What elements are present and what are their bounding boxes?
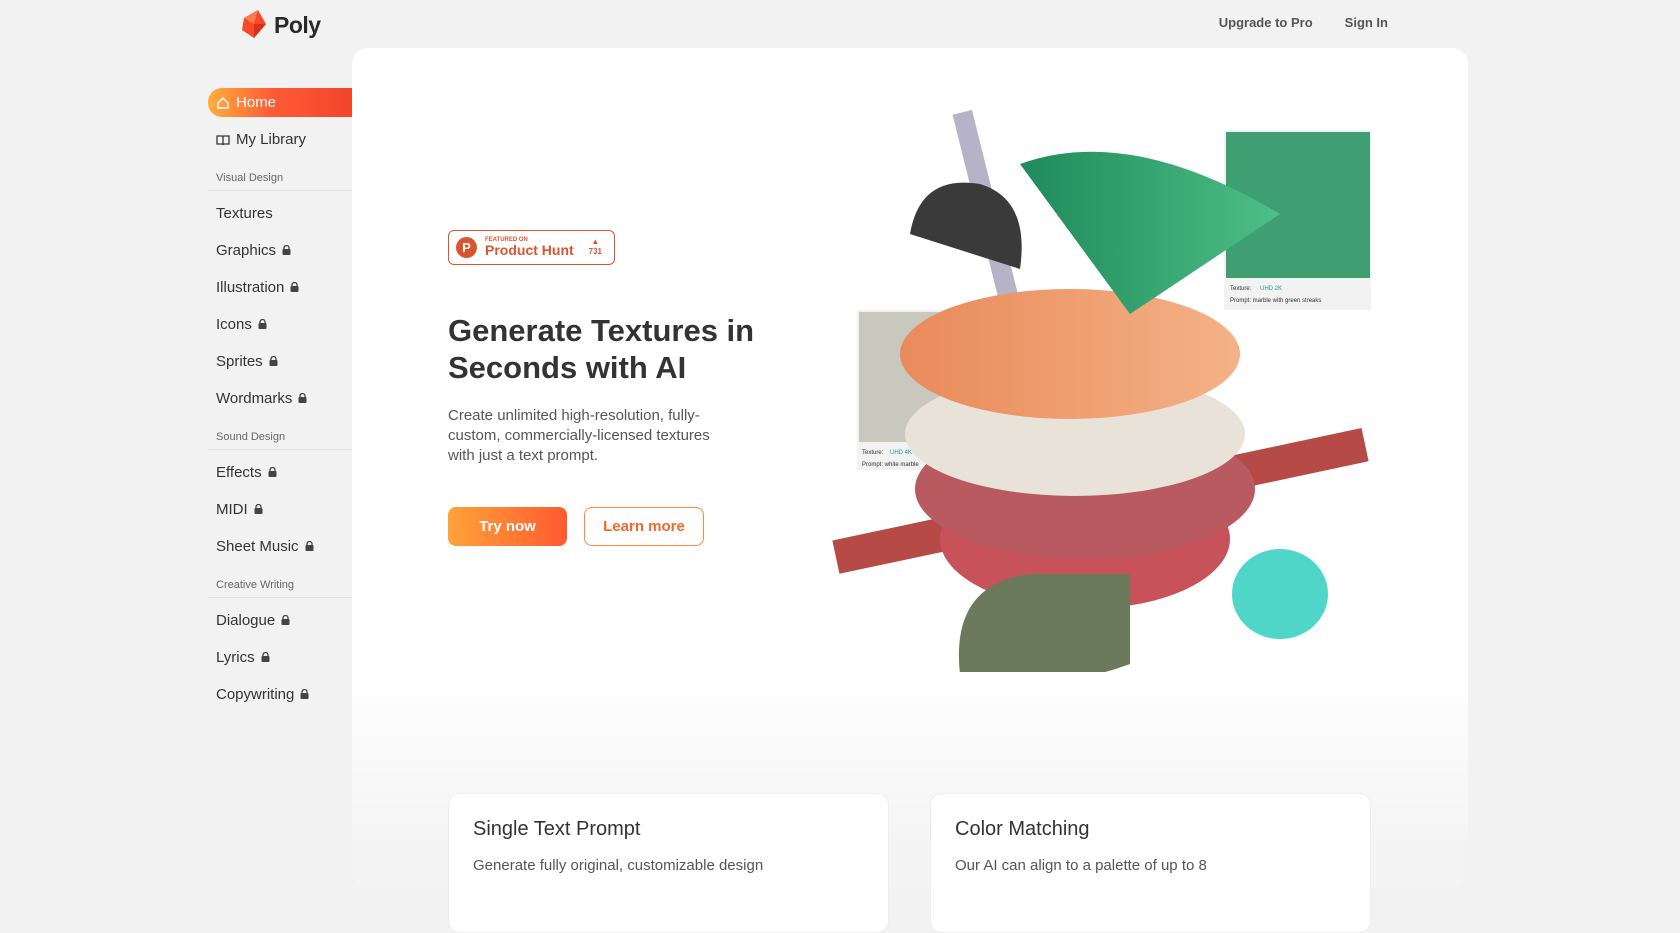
feature-title: Single Text Prompt: [473, 818, 641, 840]
sidebar-item-midi[interactable]: MIDI: [208, 495, 352, 524]
sidebar-item-sheet-music[interactable]: Sheet Music: [208, 532, 352, 561]
sidebar-item-label: Wordmarks: [216, 390, 293, 407]
poly-logo-icon: [242, 10, 266, 38]
main-card: P FEATURED ON Product Hunt ▲ 731 Generate …: [352, 48, 1468, 933]
sidebar-item-label: Copywriting: [216, 686, 295, 703]
texture-tag-2: Texture:: [862, 450, 884, 456]
sidebar-item-label: Lyrics: [216, 649, 255, 666]
sidebar-item-illustration[interactable]: Illustration: [208, 273, 352, 302]
sidebar-item-label: MIDI: [216, 501, 248, 518]
lock-icon: [269, 355, 278, 366]
lock-icon: [300, 688, 309, 699]
upgrade-to-pro-link[interactable]: Upgrade to Pro: [1219, 15, 1313, 30]
section-label: Visual Design: [208, 172, 352, 191]
product-hunt-badge[interactable]: P FEATURED ON Product Hunt ▲ 731: [448, 230, 615, 265]
section-label: Sound Design: [208, 431, 352, 450]
sidebar-item-copywriting[interactable]: Copywriting: [208, 680, 352, 709]
lock-icon: [305, 540, 314, 551]
resolution-tag-1: UHD 2K: [1260, 286, 1282, 292]
sidebar-item-wordmarks[interactable]: Wordmarks: [208, 384, 352, 413]
product-hunt-label: Product Hunt: [485, 241, 574, 258]
lock-icon: [261, 651, 270, 662]
hero-description: Create unlimited high-resolution, fully-…: [448, 407, 710, 464]
prompt-tag-1: Prompt: marble with green streaks: [1230, 298, 1321, 304]
try-now-button[interactable]: Try now: [448, 507, 567, 546]
lock-icon: [254, 503, 263, 514]
product-hunt-logo-icon: P: [456, 237, 477, 258]
sidebar: Home My Library Visual Design Textures Graph…: [208, 88, 352, 717]
lock-icon: [298, 392, 307, 403]
sidebar-item-label: Home: [236, 94, 277, 111]
resolution-tag-2: UHD 4K: [890, 450, 912, 456]
prompt-tag-2: Prompt: white marble: [862, 462, 919, 468]
sign-in-link[interactable]: Sign In: [1345, 15, 1388, 30]
sidebar-item-home[interactable]: Home: [208, 88, 352, 117]
sidebar-item-graphics[interactable]: Graphics: [208, 236, 352, 265]
sidebar-item-label: Textures: [216, 205, 273, 222]
section-label: Creative Writing: [208, 579, 352, 598]
sidebar-item-sprites[interactable]: Sprites: [208, 347, 352, 376]
feature-text: Our AI can align to a palette of up to 8: [955, 857, 1207, 874]
brand-name: Poly: [274, 11, 321, 38]
feature-title: Color Matching: [955, 818, 1090, 840]
sidebar-item-lyrics[interactable]: Lyrics: [208, 643, 352, 672]
sidebar-item-icons[interactable]: Icons: [208, 310, 352, 339]
feature-text: Generate fully original, customizable de…: [473, 857, 764, 874]
sidebar-item-label: Effects: [216, 464, 262, 481]
feature-card-color-matching: Color Matching Our AI can align to a pal…: [930, 793, 1371, 933]
feature-card-single-text-prompt: Single Text Prompt Generate fully origin…: [448, 793, 889, 933]
sidebar-item-effects[interactable]: Effects: [208, 458, 352, 487]
book-icon: [216, 134, 230, 145]
sidebar-item-label: Sheet Music: [216, 538, 299, 555]
texture-tag-1: Texture:: [1230, 286, 1252, 292]
lock-icon: [281, 614, 290, 625]
lock-icon: [258, 318, 267, 329]
sidebar-item-dialogue[interactable]: Dialogue: [208, 606, 352, 635]
sidebar-item-label: Graphics: [216, 242, 277, 259]
upvote-icon: ▲: [591, 237, 600, 246]
lock-icon: [268, 466, 277, 477]
learn-more-button[interactable]: Learn more: [584, 507, 704, 546]
logo[interactable]: Poly: [240, 10, 321, 40]
home-icon: [217, 96, 229, 109]
hero-title: Generate Textures in Seconds with AI: [448, 313, 755, 385]
sidebar-item-my-library[interactable]: My Library: [208, 125, 352, 154]
sidebar-item-label: Icons: [216, 316, 252, 333]
hero-texture-illustration: Texture: UHD 2K Prompt: marble with gree…: [832, 109, 1371, 672]
sidebar-item-label: Sprites: [216, 353, 263, 370]
sidebar-item-label: Illustration: [216, 279, 285, 296]
lock-icon: [282, 244, 291, 255]
sidebar-item-label: Dialogue: [216, 612, 276, 629]
sidebar-item-textures[interactable]: Textures: [208, 199, 352, 228]
vote-count: 731: [588, 246, 602, 256]
lock-icon: [290, 281, 299, 292]
sidebar-item-label: My Library: [236, 131, 307, 148]
